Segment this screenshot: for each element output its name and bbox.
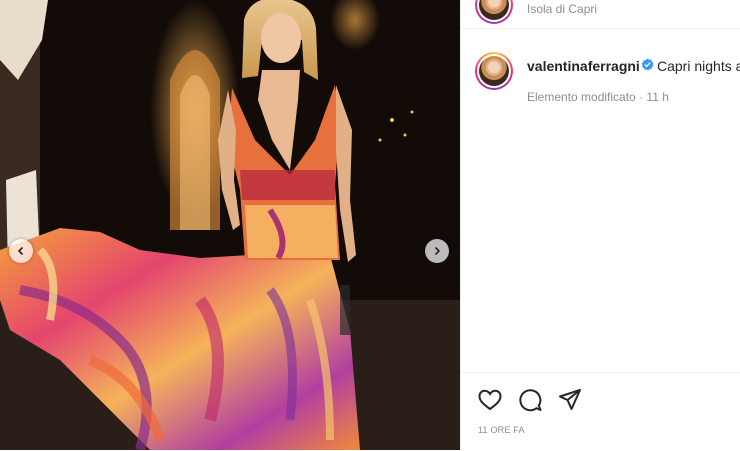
post-image <box>0 0 460 450</box>
location-link[interactable]: Isola di Capri <box>527 2 597 16</box>
chevron-right-icon <box>434 246 441 256</box>
post-timestamp[interactable]: 11 ORE FA <box>478 425 525 435</box>
post-age: 11 h <box>646 90 669 104</box>
action-bar: 11 ORE FA <box>461 372 740 451</box>
previous-photo-button[interactable] <box>9 239 33 263</box>
edited-label: Elemento modificato <box>527 90 636 104</box>
comment-icon[interactable] <box>517 387 543 413</box>
caption-text: Capri nights a <box>657 58 740 74</box>
caption-row: valentinaferragni Capri nights a Element… <box>461 52 740 112</box>
post-details-panel: Isola di Capri valentinaferragni Capri n… <box>460 0 740 450</box>
post-photo[interactable] <box>0 0 460 450</box>
send-icon[interactable] <box>557 387 583 413</box>
caption-avatar[interactable] <box>475 52 513 90</box>
heart-icon[interactable] <box>477 387 503 413</box>
username-link[interactable]: valentinaferragni <box>527 58 640 74</box>
header-avatar[interactable] <box>475 0 513 24</box>
post-header: Isola di Capri <box>461 0 740 29</box>
post-meta: Elemento modificato · 11 h <box>527 90 669 104</box>
chevron-left-icon <box>17 246 24 256</box>
verified-badge-icon <box>641 58 654 71</box>
next-photo-button[interactable] <box>425 239 449 263</box>
